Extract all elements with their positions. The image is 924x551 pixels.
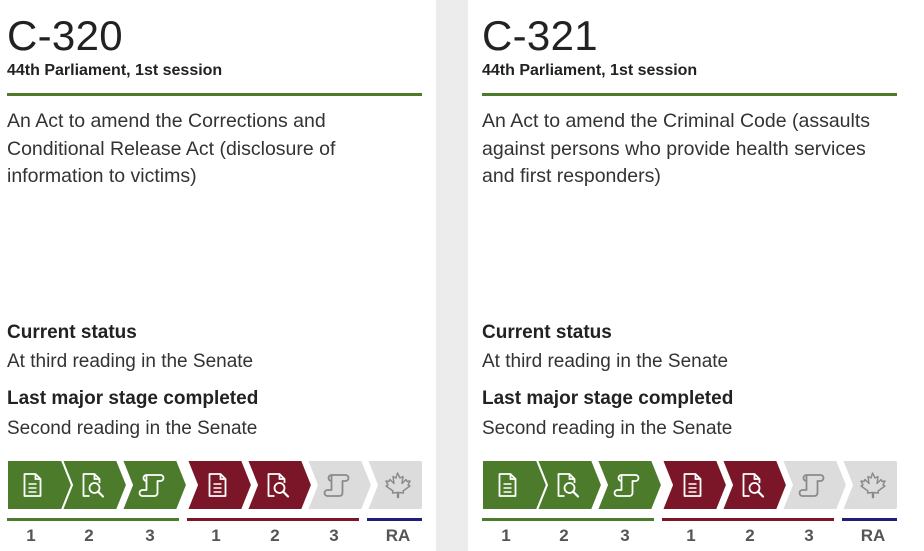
stage-label: 2	[559, 526, 569, 545]
progress-tracker	[7, 460, 422, 510]
stage-label: 3	[145, 526, 155, 545]
stage-label: 2	[270, 526, 280, 545]
bill-number[interactable]: C-320	[7, 11, 123, 61]
stage-label: 1	[686, 526, 696, 545]
house-stage-rule	[7, 518, 179, 521]
house-stage-rule	[482, 518, 654, 521]
last-stage-value: Second reading in the Senate	[7, 418, 258, 439]
bill-title: An Act to amend the Corrections and Cond…	[7, 110, 336, 187]
senate-stage-rule	[187, 518, 359, 521]
divider	[482, 93, 897, 96]
stage-label: RA	[860, 526, 886, 545]
stage-chevron	[185, 460, 254, 510]
royal-assent-rule	[367, 518, 422, 521]
stage-chevron	[595, 460, 664, 510]
current-status-label: Current status	[7, 322, 137, 343]
stage-chevron	[365, 460, 422, 510]
last-stage-value: Second reading in the Senate	[482, 418, 733, 439]
stage-label: 1	[211, 526, 221, 545]
current-status-value: At third reading in the Senate	[7, 351, 254, 372]
stage-chevron	[245, 460, 314, 510]
progress-chevrons	[7, 460, 422, 510]
senate-stage-rule	[662, 518, 834, 521]
current-status-value: At third reading in the Senate	[482, 351, 729, 372]
stage-label: 2	[745, 526, 755, 545]
stage-chevron	[780, 460, 849, 510]
royal-assent-rule	[842, 518, 897, 521]
bill-card[interactable]: C-321 44th Parliament, 1st session An Ac…	[468, 0, 924, 551]
stage-chevron	[7, 460, 74, 510]
stage-label: 3	[620, 526, 630, 545]
stage-label: 3	[329, 526, 339, 545]
parliament-session: 44th Parliament, 1st session	[7, 62, 223, 79]
stage-chevron	[535, 460, 604, 510]
stage-chevron	[840, 460, 897, 510]
stage-chevron	[720, 460, 789, 510]
bill-title: An Act to amend the Criminal Code (assau…	[482, 110, 871, 187]
stage-chevron	[120, 460, 189, 510]
last-stage-label: Last major stage completed	[482, 388, 734, 409]
progress-tracker	[482, 460, 897, 510]
bill-card[interactable]: C-320 44th Parliament, 1st session An Ac…	[0, 0, 436, 551]
last-stage-label: Last major stage completed	[7, 388, 259, 409]
stage-chevron	[660, 460, 729, 510]
bill-number[interactable]: C-321	[482, 11, 598, 61]
stage-label: 3	[804, 526, 814, 545]
stage-chevron	[482, 460, 549, 510]
divider	[7, 93, 422, 96]
stage-label: 2	[84, 526, 94, 545]
current-status-label: Current status	[482, 322, 612, 343]
stage-chevron	[60, 460, 129, 510]
stage-chevron	[305, 460, 374, 510]
stage-label: RA	[385, 526, 411, 545]
parliament-session: 44th Parliament, 1st session	[482, 62, 698, 79]
stage-label: 1	[26, 526, 36, 545]
stage-label: 1	[501, 526, 511, 545]
progress-chevrons	[482, 460, 897, 510]
